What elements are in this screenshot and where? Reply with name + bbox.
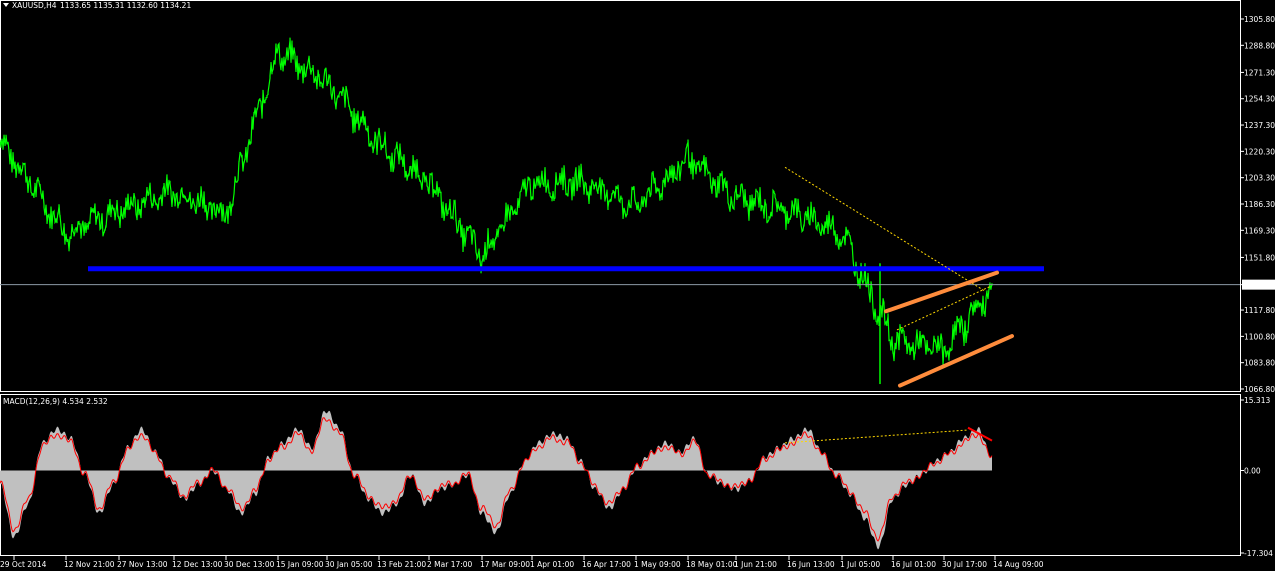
price-tick-label: 1186.30 bbox=[1244, 200, 1275, 209]
price-tick-label: 1220.30 bbox=[1244, 147, 1275, 156]
chart-canvas: XAUUSD,H4 1133.65 1135.31 1132.60 1134.2… bbox=[0, 0, 1275, 569]
macd-label: MACD(12,26,9) 4.534 2.532 bbox=[3, 397, 108, 406]
time-axis: 29 Oct 2014 12 Nov 21:00 27 Nov 13:00 12 De… bbox=[0, 556, 1044, 569]
resistance-dashed-line[interactable] bbox=[784, 166, 986, 292]
macd-axis: 15.313 0.00 -17.304 bbox=[1240, 396, 1273, 558]
time-tick-label: 1 May 09:00 bbox=[634, 560, 681, 569]
price-tick-label: 1288.80 bbox=[1244, 41, 1275, 50]
price-axis: 1305.80 1288.80 1271.30 1254.30 1237.30 1220.… bbox=[1240, 15, 1275, 394]
time-tick-label: 16 Apr 17:00 bbox=[582, 560, 631, 569]
price-tick-label: 1305.80 bbox=[1244, 15, 1275, 24]
time-tick-label: 27 Nov 13:00 bbox=[117, 560, 168, 569]
price-tick-label: 1203.30 bbox=[1244, 174, 1275, 183]
macd-tick-label: 15.313 bbox=[1244, 396, 1270, 405]
time-tick-label: 17 Mar 09:00 bbox=[480, 560, 530, 569]
price-tick-label: 1151.80 bbox=[1244, 253, 1275, 262]
time-tick-label: 12 Dec 13:00 bbox=[172, 560, 223, 569]
price-tick-label: 1237.30 bbox=[1244, 121, 1275, 130]
price-tick-label: 1169.30 bbox=[1244, 226, 1275, 235]
time-tick-label: 30 Dec 13:00 bbox=[224, 560, 275, 569]
price-tick-label: 1117.80 bbox=[1244, 306, 1275, 315]
price-line bbox=[0, 37, 993, 366]
time-tick-label: 18 May 01:00 bbox=[686, 560, 738, 569]
quote-label: 1133.65 1135.31 1132.60 1134.21 bbox=[60, 1, 191, 10]
macd-tick-label: 0.00 bbox=[1244, 467, 1261, 476]
price-tick-label: 1134.21 bbox=[1244, 281, 1275, 290]
price-tick-label: 1254.30 bbox=[1244, 95, 1275, 104]
time-tick-label: 16 Jul 01:00 bbox=[891, 560, 936, 569]
macd-histogram bbox=[0, 410, 993, 550]
time-tick-label: 12 Nov 21:00 bbox=[64, 560, 115, 569]
channel-lower-line[interactable] bbox=[898, 334, 1014, 388]
price-tick-label: 1100.80 bbox=[1244, 332, 1275, 341]
symbol-label: XAUUSD,H4 bbox=[12, 1, 57, 10]
price-tick-label: 1271.30 bbox=[1244, 68, 1275, 77]
macd-tick-label: -17.304 bbox=[1244, 549, 1273, 558]
price-tick-label: 1066.80 bbox=[1244, 385, 1275, 394]
time-tick-label: 30 Jan 05:00 bbox=[325, 560, 373, 569]
price-tick-label: 1083.80 bbox=[1244, 359, 1275, 368]
time-tick-label: 13 Feb 21:00 bbox=[377, 560, 426, 569]
macd-histogram-area bbox=[0, 410, 992, 550]
time-tick-label: 1 Jul 05:00 bbox=[840, 560, 880, 569]
price-series bbox=[0, 37, 993, 385]
time-tick-label: 2 Mar 17:00 bbox=[427, 560, 473, 569]
time-tick-label: 29 Oct 2014 bbox=[0, 560, 47, 569]
time-tick-label: 1 Apr 01:00 bbox=[530, 560, 574, 569]
time-tick-label: 15 Jan 09:00 bbox=[276, 560, 324, 569]
time-tick-label: 16 Jun 13:00 bbox=[787, 560, 835, 569]
time-tick-label: 1 Jun 21:00 bbox=[734, 560, 777, 569]
collapse-arrow-icon[interactable] bbox=[3, 3, 9, 7]
time-tick-label: 30 Jul 17:00 bbox=[942, 560, 987, 569]
time-tick-label: 14 Aug 09:00 bbox=[993, 560, 1044, 569]
